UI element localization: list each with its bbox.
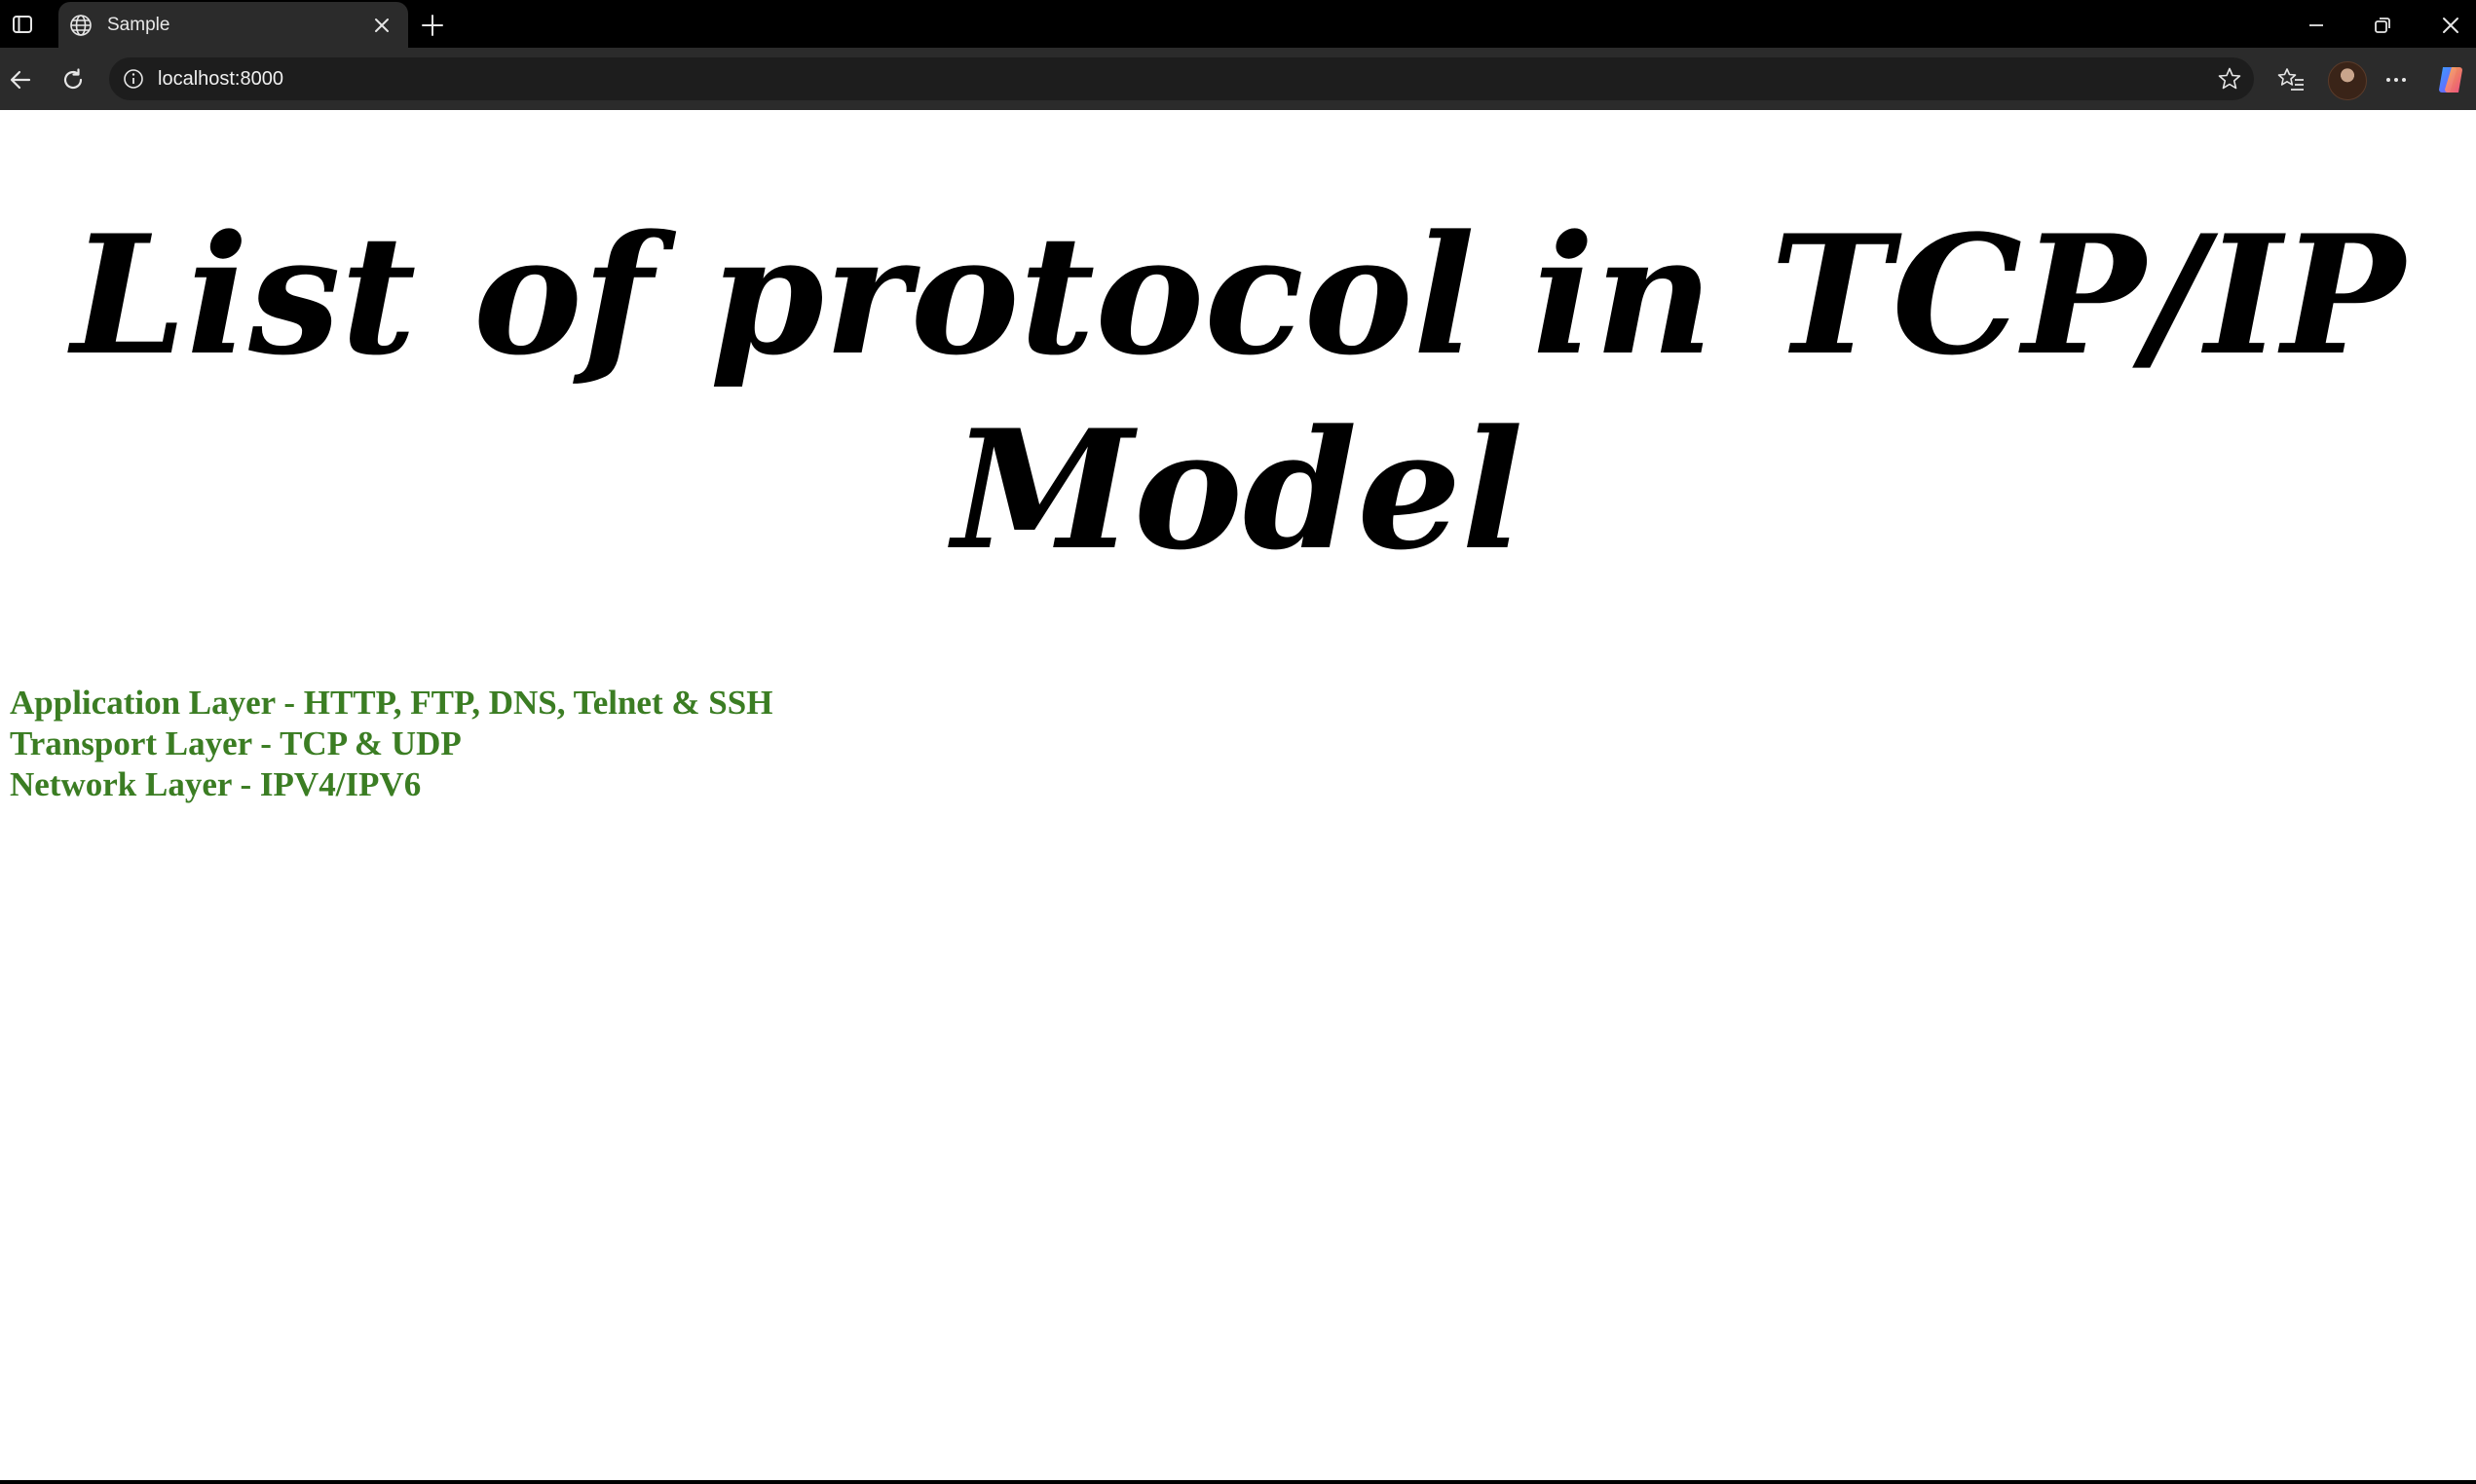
url-text: localhost:8000 xyxy=(158,68,283,90)
page-viewport: List of protocol in TCP/IP Model Applica… xyxy=(0,110,2476,1480)
list-item-transport-layer: Transport Layer - TCP & UDP xyxy=(10,724,462,762)
page-title: List of protocol in TCP/IP Model xyxy=(71,199,2405,586)
close-icon[interactable] xyxy=(367,11,396,40)
info-icon[interactable] xyxy=(121,66,146,92)
address-bar[interactable]: localhost:8000 xyxy=(109,57,2254,100)
globe-icon xyxy=(66,11,95,40)
active-tab[interactable]: Sample xyxy=(58,2,408,48)
tab-title: Sample xyxy=(107,14,170,35)
avatar[interactable] xyxy=(2328,61,2367,100)
tab-actions-icon[interactable] xyxy=(8,10,37,39)
more-icon[interactable] xyxy=(2379,62,2414,97)
favorites-icon[interactable] xyxy=(2273,62,2308,97)
minimize-icon[interactable] xyxy=(2301,10,2332,41)
restore-icon[interactable] xyxy=(2367,10,2398,41)
back-icon[interactable] xyxy=(4,63,37,96)
reload-icon[interactable] xyxy=(56,63,90,96)
list-item-network-layer: Network Layer - IPV4/IPV6 xyxy=(10,765,422,803)
plus-icon[interactable] xyxy=(417,10,448,41)
close-window-icon[interactable] xyxy=(2435,10,2466,41)
tab-strip: Sample xyxy=(0,0,2476,48)
protocol-list: Application Layer - HTTP, FTP, DNS, Teln… xyxy=(10,683,772,805)
list-item-application-layer: Application Layer - HTTP, FTP, DNS, Teln… xyxy=(10,684,773,722)
browser-toolbar: localhost:8000 xyxy=(0,48,2476,110)
star-icon[interactable] xyxy=(2215,64,2244,93)
copilot-icon[interactable] xyxy=(2433,62,2468,97)
